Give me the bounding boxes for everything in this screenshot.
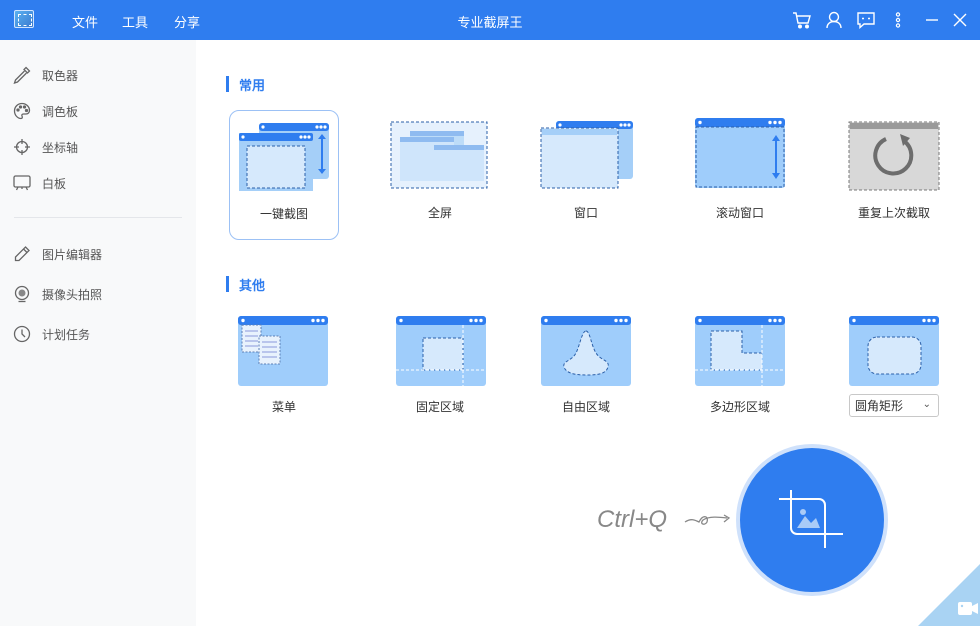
hotkey-text: Ctrl+Q (597, 506, 667, 533)
section-other-header: 其他 (226, 276, 265, 292)
rounded-rect-icon (848, 315, 940, 387)
cart-icon[interactable] (792, 10, 812, 30)
tile-label: 一键截图 (230, 205, 338, 222)
sidebar-item-webcam[interactable]: 摄像头拍照 (12, 283, 102, 305)
tile-label: 全屏 (385, 204, 495, 221)
screen-record-corner-button[interactable] (918, 564, 980, 626)
whiteboard-icon (12, 173, 32, 193)
sidebar-item-axis[interactable]: 坐标轴 (12, 136, 78, 158)
palette-icon (12, 101, 32, 121)
eyedropper-icon (12, 65, 32, 85)
section-accent-bar (226, 76, 229, 92)
shape-dropdown-value: 圆角矩形 (855, 397, 903, 414)
squiggle-arrow-icon (684, 510, 732, 530)
repeat-capture-icon (848, 121, 940, 191)
tile-label: 滚动窗口 (685, 204, 795, 221)
close-icon[interactable] (950, 10, 970, 30)
menu-tools[interactable]: 工具 (122, 12, 148, 31)
tile-fixed-region[interactable]: 固定区域 (385, 310, 495, 440)
one-click-capture-icon (238, 121, 332, 193)
sidebar-item-label: 坐标轴 (42, 139, 78, 156)
tile-free-region[interactable]: 自由区域 (531, 310, 641, 440)
sidebar-item-label: 计划任务 (42, 326, 90, 343)
tile-rounded-rect[interactable] (839, 310, 949, 390)
sidebar-item-color-picker[interactable]: 取色器 (12, 64, 78, 86)
tile-repeat-last-capture[interactable]: 重复上次截取 (839, 110, 949, 240)
menu-file[interactable]: 文件 (72, 12, 98, 31)
sidebar-item-palette[interactable]: 调色板 (12, 100, 78, 122)
app-logo (14, 10, 34, 28)
tile-scrolling-window[interactable]: 滚动窗口 (685, 110, 795, 240)
section-common-header: 常用 (226, 76, 265, 92)
tile-label: 窗口 (531, 204, 641, 221)
tile-window[interactable]: 窗口 (531, 110, 641, 240)
tile-label: 菜单 (229, 398, 339, 415)
sidebar-item-image-editor[interactable]: 图片编辑器 (12, 243, 102, 265)
polygon-region-icon (694, 315, 786, 387)
minimize-icon[interactable] (922, 10, 942, 30)
sidebar-item-label: 图片编辑器 (42, 246, 102, 263)
section-title: 常用 (239, 75, 265, 94)
tile-label: 重复上次截取 (839, 204, 949, 221)
sidebar: 取色器 调色板 坐标轴 白板 图片编辑器 摄像头拍照 计划任务 (0, 40, 196, 626)
sidebar-item-whiteboard[interactable]: 白板 (12, 172, 66, 194)
sidebar-item-label: 取色器 (42, 67, 78, 84)
user-icon[interactable] (824, 10, 844, 30)
clock-icon (12, 324, 32, 344)
sidebar-item-scheduled-tasks[interactable]: 计划任务 (12, 323, 90, 345)
tile-label: 自由区域 (531, 398, 641, 415)
fullscreen-icon (390, 121, 490, 191)
section-title: 其他 (239, 275, 265, 294)
fixed-region-icon (395, 315, 487, 387)
menu-capture-icon (237, 315, 329, 387)
scrolling-window-icon (693, 117, 787, 191)
tile-label: 多边形区域 (685, 398, 795, 415)
crop-image-icon (778, 486, 846, 554)
tile-polygon-region[interactable]: 多边形区域 (685, 310, 795, 440)
more-icon[interactable] (888, 10, 908, 30)
section-accent-bar (226, 276, 229, 292)
tile-fullscreen[interactable]: 全屏 (385, 110, 495, 240)
sidebar-item-label: 白板 (42, 175, 66, 192)
hotkey-hint: Ctrl+Q (597, 506, 667, 534)
window-icon (539, 120, 635, 192)
chevron-down-icon: ⌄ (923, 399, 931, 410)
tile-one-click-capture[interactable]: 一键截图 (229, 110, 339, 240)
sidebar-item-label: 摄像头拍照 (42, 286, 102, 303)
free-region-icon (540, 315, 632, 387)
crosshair-icon (12, 137, 32, 157)
tile-label: 固定区域 (385, 398, 495, 415)
webcam-icon (12, 284, 32, 304)
title-bar: 文件 工具 分享 专业截屏王 (0, 0, 980, 40)
menu-share[interactable]: 分享 (174, 12, 200, 31)
sidebar-divider (14, 217, 182, 218)
capture-button[interactable] (736, 444, 888, 596)
message-icon[interactable] (856, 10, 876, 30)
shape-dropdown[interactable]: 圆角矩形 ⌄ (849, 394, 939, 417)
sidebar-item-label: 调色板 (42, 103, 78, 120)
tile-menu[interactable]: 菜单 (229, 310, 339, 440)
pencil-icon (12, 244, 32, 264)
